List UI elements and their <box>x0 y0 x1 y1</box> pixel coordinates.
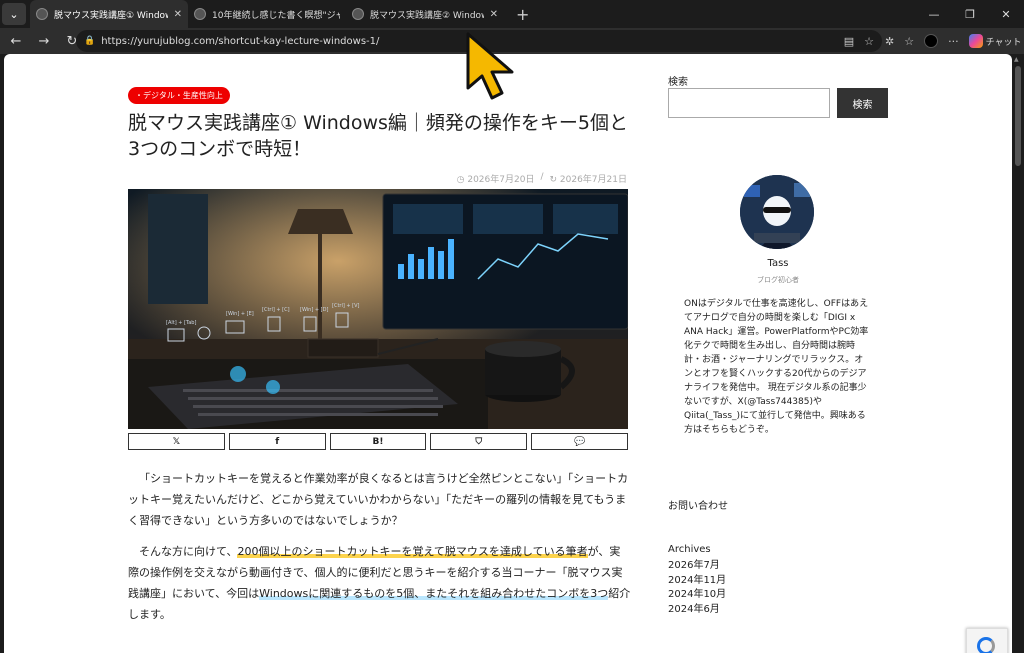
article-title: 脱マウス実践講座① Windows編｜頻発の操作をキー5個と3つのコンボで時短！ <box>128 112 628 160</box>
profile-avatar-icon[interactable] <box>924 34 939 48</box>
favorite-star-icon[interactable]: ☆ <box>864 35 874 48</box>
pocket-icon: ⛉ <box>475 436 483 447</box>
site-favicon-icon <box>194 8 206 20</box>
archives-heading: Archives <box>668 544 711 555</box>
share-facebook-button[interactable]: f <box>228 433 326 450</box>
lock-icon: 🔒 <box>84 36 96 46</box>
hero-illustration: [Alt] + [Tab] [Win] + [E] [Ctrl] + [C] [… <box>128 189 628 429</box>
back-icon[interactable]: ← <box>4 34 28 49</box>
window-controls: — ❐ ✕ <box>916 0 1024 28</box>
share-hatena-button[interactable]: B! <box>329 433 427 450</box>
new-tab-button[interactable]: + <box>516 5 529 24</box>
updated-date-text: 2026年7月21日 <box>559 175 627 185</box>
site-favicon-icon <box>352 8 364 20</box>
hero-key-label: [Ctrl] + [C] <box>262 307 290 313</box>
close-tab-icon[interactable]: ✕ <box>174 9 182 20</box>
article-body: 「ショートカットキーを覚えると作業効率が良くなるとは言うけど全然ピンとこない」「… <box>128 468 631 635</box>
copilot-icon <box>968 34 983 48</box>
forward-icon[interactable]: → <box>32 34 56 49</box>
hero-image: [Alt] + [Tab] [Win] + [E] [Ctrl] + [C] [… <box>128 189 628 429</box>
scroll-up-icon[interactable]: ▲ <box>1014 56 1019 63</box>
hero-key-label: [Win] + [D] <box>300 307 328 313</box>
favorites-icon[interactable]: ☆ <box>904 35 914 48</box>
reader-icon[interactable]: ▤ <box>844 35 854 48</box>
copilot-button[interactable]: チャット <box>968 34 1022 48</box>
share-pocket-button[interactable]: ⛉ <box>430 433 528 450</box>
contact-link[interactable]: お問い合わせ <box>668 497 728 512</box>
archive-item[interactable]: 2024年6月 <box>668 603 726 618</box>
tab-2[interactable]: 10年継続し感じた書く瞑想"ジャーナリング" <box>188 0 346 28</box>
restore-icon[interactable]: ❐ <box>952 8 988 21</box>
archives-list: 2026年7月 2024年11月 2024年10月 2024年6月 <box>668 559 726 617</box>
tab-3[interactable]: 脱マウス実践講座② Windows編｜キー ✕ <box>346 0 504 28</box>
article-paragraph: 「ショートカットキーを覚えると作業効率が良くなるとは言うけど全然ピンとこない」「… <box>128 472 629 527</box>
archive-item[interactable]: 2024年11月 <box>668 574 726 589</box>
more-icon[interactable]: ··· <box>948 35 959 48</box>
share-line-button[interactable]: 💬 <box>531 433 628 450</box>
article-dates: ◷ 2026年7月20日 / ↻ 2026年7月21日 <box>457 172 627 185</box>
tab-1[interactable]: 脱マウス実践講座① Windows編｜頻 ✕ <box>30 0 188 28</box>
profile-name: Tass <box>767 258 789 269</box>
archive-item[interactable]: 2024年10月 <box>668 588 726 603</box>
article-paragraph: そんな方に向けて、200個以上のショートカットキーを覚えて脱マウスを達成している… <box>128 541 631 625</box>
chevron-down-icon: ⌄ <box>9 7 19 21</box>
profile-role: ブログ初心者 <box>757 276 799 284</box>
tab-title: 脱マウス実践講座② Windows編｜キー <box>370 10 484 21</box>
hatena-icon: B! <box>372 436 384 447</box>
highlighted-text: Windowsに関連するものを5個、またそれを組み合わせたコンボを3つ <box>259 587 609 600</box>
tab-title: 脱マウス実践講座① Windows編｜頻 <box>54 10 168 21</box>
url-text: https://yurujublog.com/shortcut-kay-lect… <box>101 35 380 47</box>
share-x-button[interactable]: 𝕏 <box>128 433 225 450</box>
paragraph-text: そんな方に向けて、 <box>139 545 238 558</box>
tab-actions-menu[interactable]: ⌄ <box>2 3 26 25</box>
copilot-label: チャット <box>985 37 1022 48</box>
published-date: ◷ 2026年7月20日 <box>456 175 535 185</box>
web-page: ・デジタル・生産性向上 脱マウス実践講座① Windows編｜頻発の操作をキー5… <box>4 54 1012 653</box>
hero-key-label: [Ctrl] + [V] <box>332 303 360 309</box>
archive-item[interactable]: 2026年7月 <box>668 559 726 574</box>
scrollbar-thumb[interactable] <box>1015 66 1021 166</box>
search-label: 検索 <box>668 77 688 88</box>
minimize-icon[interactable]: — <box>916 8 952 21</box>
search-input[interactable] <box>668 88 830 118</box>
mouse-pointer-icon <box>466 32 514 100</box>
updated-date: ↻ 2026年7月21日 <box>549 175 628 185</box>
line-icon: 💬 <box>573 436 586 447</box>
tab-title: 10年継続し感じた書く瞑想"ジャーナリング" <box>212 10 340 21</box>
facebook-icon: f <box>275 436 280 447</box>
recaptcha-badge[interactable] <box>966 628 1008 653</box>
hero-key-label: [Alt] + [Tab] <box>166 320 196 326</box>
profile-description: ONはデジタルで仕事を高速化し、OFFはあえてアナログで自分の時間を楽しむ「DI… <box>684 299 869 435</box>
highlighted-text: 200個以上のショートカットキーを覚えて脱マウスを達成している筆者 <box>237 545 588 558</box>
profile-illustration <box>740 175 814 249</box>
extensions-icon[interactable]: ✲ <box>885 35 894 48</box>
published-date-text: 2026年7月20日 <box>467 175 535 185</box>
close-tab-icon[interactable]: ✕ <box>490 9 498 20</box>
close-window-icon[interactable]: ✕ <box>988 8 1024 21</box>
x-icon: 𝕏 <box>172 436 181 447</box>
hero-key-label: [Win] + [E] <box>226 311 254 317</box>
search-button[interactable]: 検索 <box>837 88 888 118</box>
tab-bar: ⌄ 脱マウス実践講座① Windows編｜頻 ✕ 10年継続し感じた書く瞑想"ジ… <box>0 0 1024 28</box>
page-scrollbar[interactable]: ▲ <box>1014 56 1022 653</box>
recaptcha-icon <box>977 637 995 653</box>
category-badge[interactable]: ・デジタル・生産性向上 <box>128 87 230 104</box>
share-buttons: 𝕏 f B! ⛉ 💬 <box>128 433 628 450</box>
profile-avatar <box>740 175 814 249</box>
site-favicon-icon <box>36 8 48 20</box>
date-separator: / <box>540 172 544 182</box>
